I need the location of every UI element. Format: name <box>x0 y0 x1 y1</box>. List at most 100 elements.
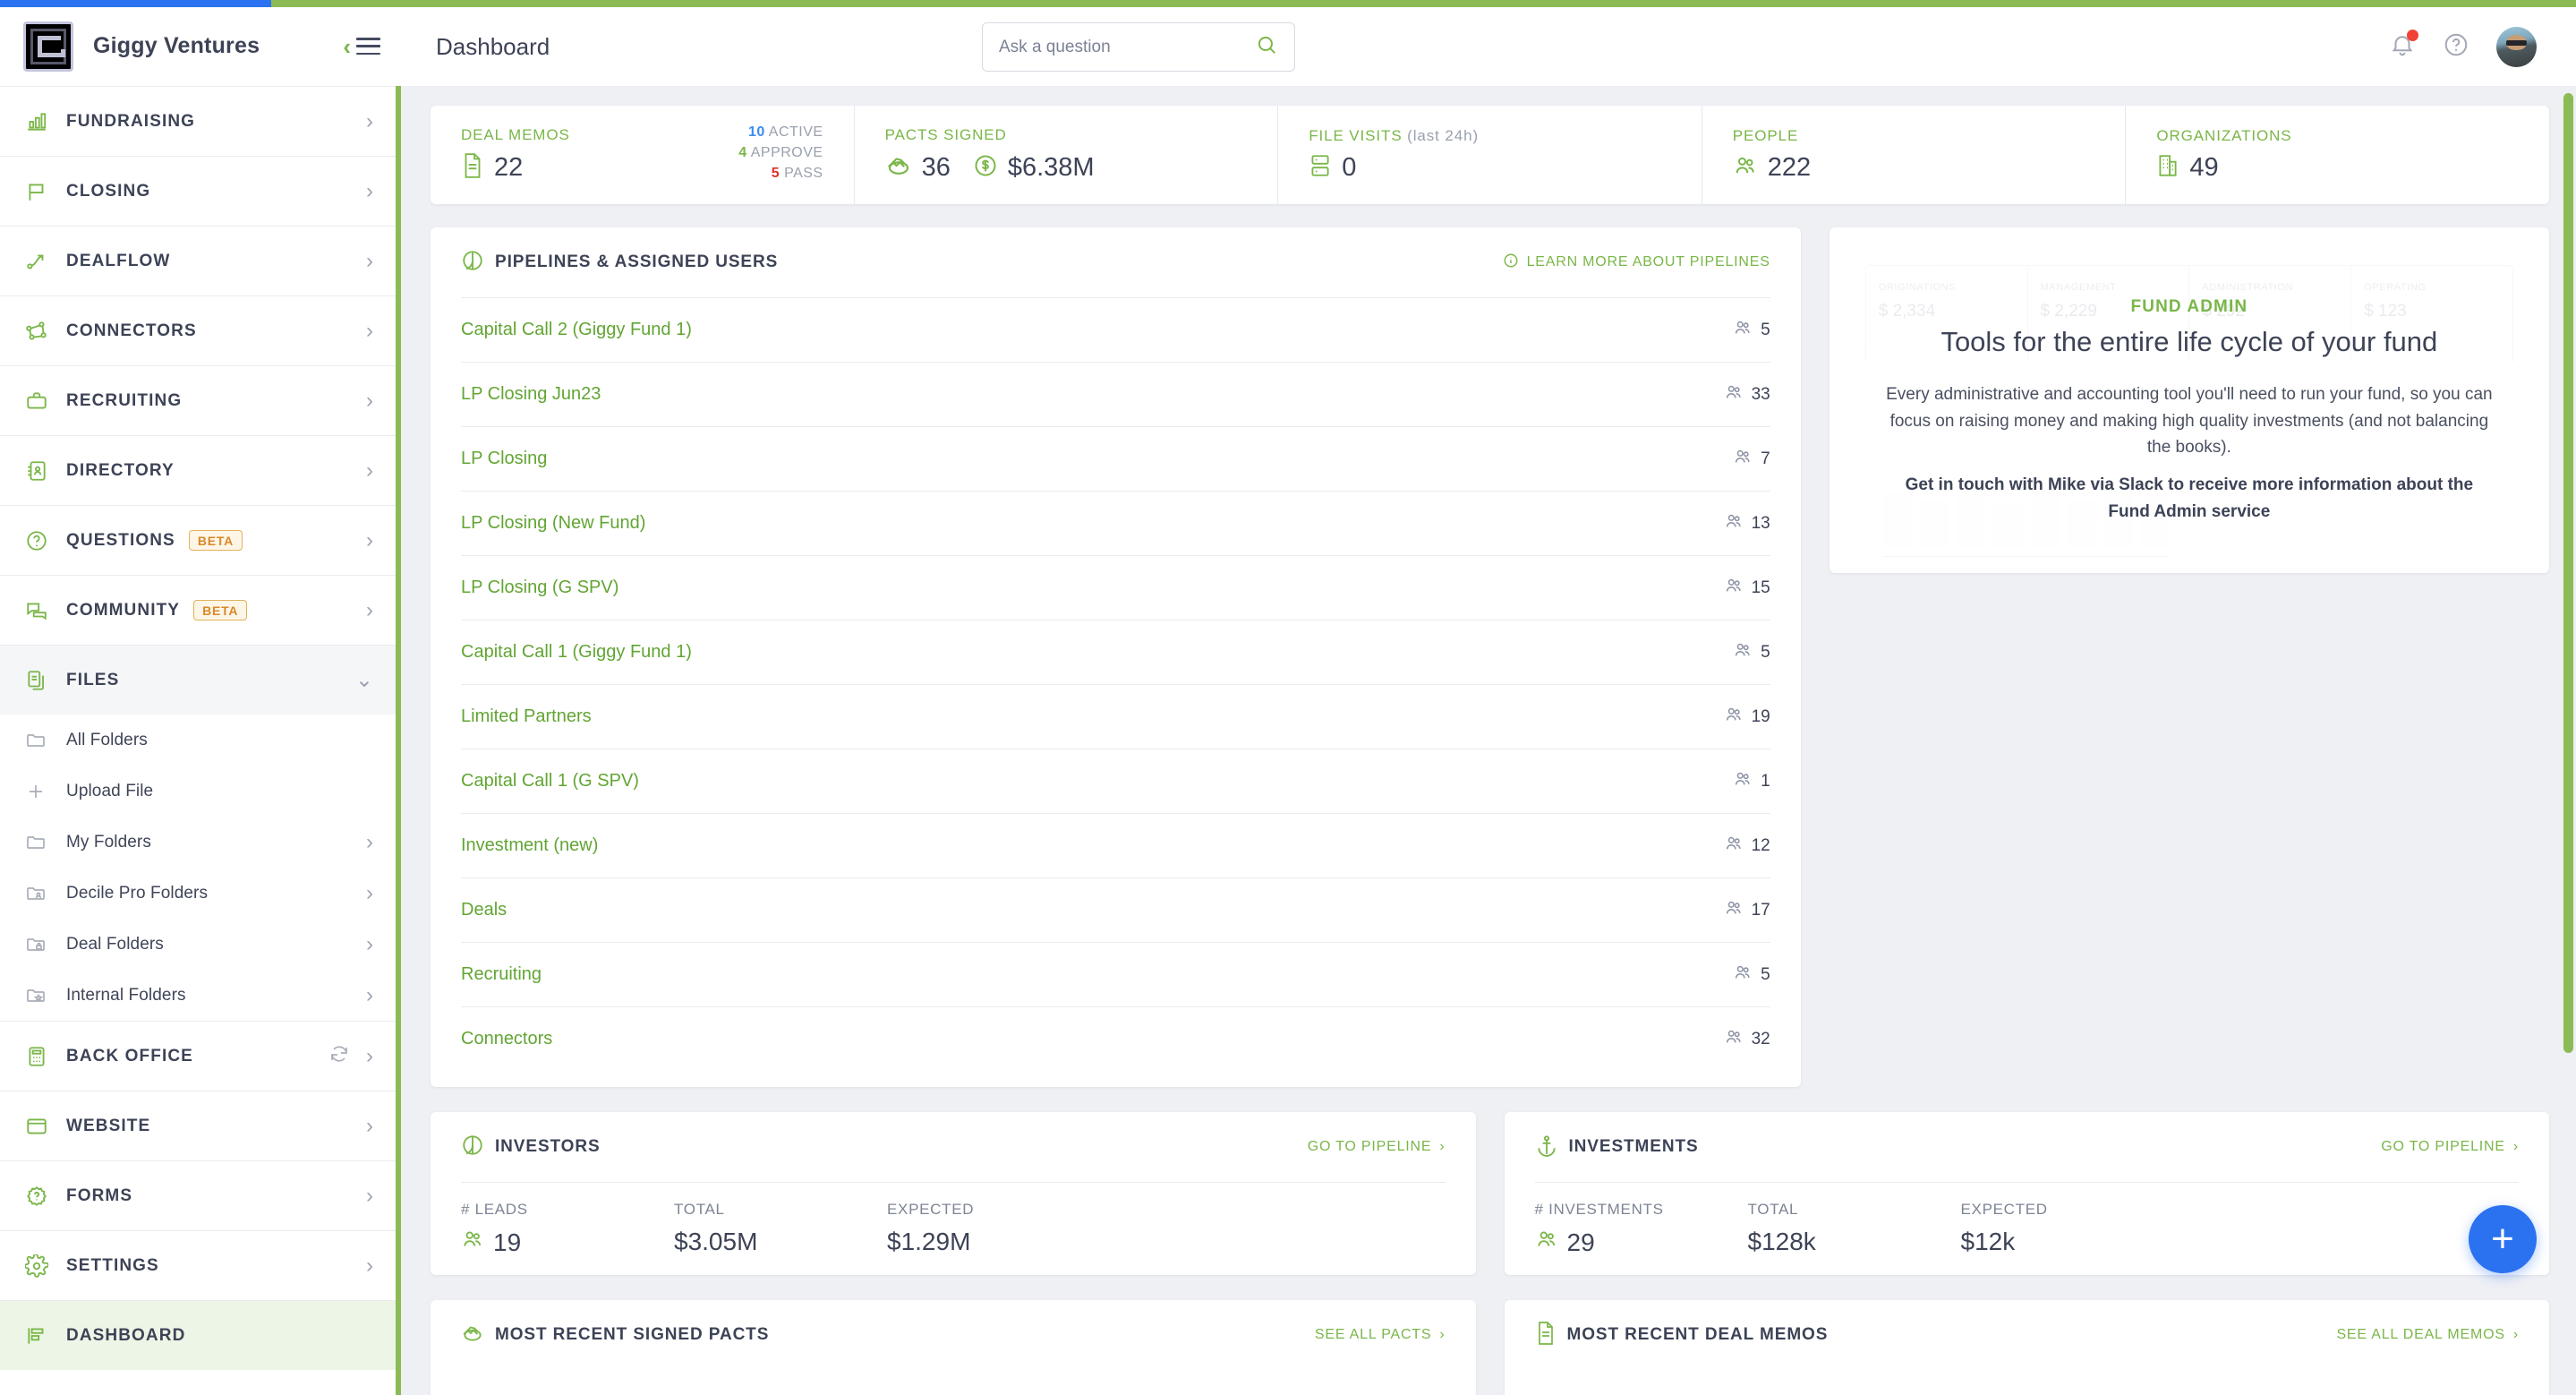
chevron-right-icon: › <box>366 982 373 1007</box>
table-row[interactable]: Recruiting 5 <box>461 942 1770 1006</box>
pipeline-users: 5 <box>1733 318 1770 343</box>
table-row[interactable]: Limited Partners 19 <box>461 684 1770 749</box>
sidebar-item-directory[interactable]: DIRECTORY › <box>0 435 400 505</box>
table-row[interactable]: LP Closing Jun23 33 <box>461 362 1770 426</box>
panel-link-label: SEE ALL DEAL MEMOS <box>2336 1327 2505 1342</box>
search-input[interactable] <box>999 37 1255 57</box>
sidebar: Giggy Ventures ‹ FUNDRAISING › CLOSING ›… <box>0 7 400 1395</box>
table-row[interactable]: Connectors 32 <box>461 1006 1770 1071</box>
go-to-pipeline-link[interactable]: GO TO PIPELINE › <box>2381 1139 2519 1155</box>
bar-chart-icon <box>25 110 57 133</box>
sidebar-item-label: FORMS <box>66 1185 133 1205</box>
sidebar-collapse-button[interactable]: ‹ <box>343 35 380 58</box>
sidebar-item-label: CLOSING <box>66 181 151 201</box>
chevron-right-icon: › <box>366 1043 373 1068</box>
panel-link-label: GO TO PIPELINE <box>2381 1139 2505 1154</box>
chevron-right-icon: › <box>366 1113 373 1138</box>
people-icon <box>1724 511 1744 536</box>
sidebar-item-questions[interactable]: QUESTIONS BETA › <box>0 505 400 575</box>
sidebar-item-label: QUESTIONS <box>66 530 175 550</box>
sidebar-item-connectors[interactable]: CONNECTORS › <box>0 295 400 365</box>
add-button[interactable]: + <box>2469 1205 2537 1273</box>
people-icon <box>1535 1228 1558 1257</box>
chevron-right-icon: › <box>366 388 373 413</box>
go-to-pipeline-link[interactable]: GO TO PIPELINE › <box>1308 1139 1446 1155</box>
metric-label: # INVESTMENTS <box>1534 1201 1664 1218</box>
sidebar-item-label: CONNECTORS <box>66 321 197 340</box>
table-row[interactable]: Capital Call 2 (Giggy Fund 1) 5 <box>461 297 1770 362</box>
sidebar-nav: FUNDRAISING › CLOSING › DEALFLOW › CONNE… <box>0 86 400 1395</box>
stat-second-value: $6.38M <box>1007 153 1095 182</box>
pipeline-name: Connectors <box>461 1029 553 1048</box>
chevron-right-icon: › <box>366 108 373 133</box>
sidebar-item-recruiting[interactable]: RECRUITING › <box>0 365 400 435</box>
stat-pacts-signed: PACTS SIGNED 36 $6.38M <box>855 106 1279 204</box>
table-row[interactable]: LP Closing 7 <box>461 426 1770 491</box>
search-box[interactable] <box>982 22 1295 72</box>
pipeline-users: 17 <box>1724 898 1770 923</box>
sidebar-header: Giggy Ventures ‹ <box>0 7 400 86</box>
sidebar-subitem-decile-pro-folders[interactable]: Decile Pro Folders › <box>0 868 400 919</box>
investments-header: INVESTMENTS GO TO PIPELINE › <box>1505 1112 2550 1182</box>
promo-heading: Tools for the entire life cycle of your … <box>1941 326 2438 357</box>
table-row[interactable]: Investment (new) 12 <box>461 813 1770 877</box>
table-row[interactable]: LP Closing (New Fund) 13 <box>461 491 1770 555</box>
stat-label: FILE VISITS (last 24h) <box>1309 127 1480 144</box>
sidebar-item-back-office[interactable]: BACK OFFICE › <box>0 1021 400 1091</box>
stat-file-visits: FILE VISITS (last 24h) 0 <box>1278 106 1702 204</box>
gear-icon <box>25 1254 57 1278</box>
stat-sub-text: APPROVE <box>750 145 823 161</box>
avatar[interactable] <box>2496 26 2537 67</box>
chevron-right-icon: › <box>366 527 373 552</box>
sidebar-item-community[interactable]: COMMUNITY BETA › <box>0 575 400 645</box>
pipeline-users: 5 <box>1733 963 1770 988</box>
sidebar-item-website[interactable]: WEBSITE › <box>0 1091 400 1160</box>
investors-investments-row: INVESTORS GO TO PIPELINE › # LEADS 19 TO… <box>431 1112 2549 1275</box>
sidebar-item-fundraising[interactable]: FUNDRAISING › <box>0 86 400 156</box>
sidebar-item-dealflow[interactable]: DEALFLOW › <box>0 226 400 295</box>
metric-value: $128k <box>1747 1228 1816 1255</box>
folder-icon <box>25 730 57 751</box>
chevron-right-icon: › <box>2512 1327 2519 1342</box>
see-all-deal-memos-link[interactable]: SEE ALL DEAL MEMOS › <box>2336 1327 2519 1343</box>
sidebar-item-forms[interactable]: FORMS › <box>0 1160 400 1230</box>
sidebar-item-settings[interactable]: SETTINGS › <box>0 1230 400 1300</box>
table-row[interactable]: LP Closing (G SPV) 15 <box>461 555 1770 620</box>
sidebar-subitem-my-folders[interactable]: My Folders › <box>0 817 400 868</box>
scrollbar-thumb[interactable] <box>2563 93 2573 1053</box>
sidebar-subitem-internal-folders[interactable]: Internal Folders › <box>0 970 400 1021</box>
sidebar-subitem-deal-folders[interactable]: Deal Folders › <box>0 919 400 970</box>
chevron-right-icon: › <box>366 248 373 273</box>
sidebar-subitem-all-folders[interactable]: All Folders <box>0 715 400 766</box>
sidebar-item-dashboard[interactable]: DASHBOARD <box>0 1300 400 1370</box>
fund-admin-promo-card[interactable]: ORIGINATIONS $ 2,334 MANAGEMENT $ 2,229 AD… <box>1829 227 2549 573</box>
search-icon[interactable] <box>1255 33 1278 61</box>
pipeline-users: 5 <box>1733 640 1770 665</box>
sidebar-item-files[interactable]: FILES ⌄ <box>0 645 400 715</box>
panel-title: MOST RECENT DEAL MEMOS <box>1566 1325 1829 1344</box>
panel-title: MOST RECENT SIGNED PACTS <box>495 1325 770 1344</box>
pipeline-name: Capital Call 1 (Giggy Fund 1) <box>461 642 692 662</box>
help-button[interactable] <box>2443 31 2469 63</box>
stat-value: 49 <box>2189 153 2219 182</box>
sidebar-subitem-upload-file[interactable]: Upload File <box>0 766 400 817</box>
panel-title: INVESTORS <box>495 1137 601 1156</box>
metric-expected: EXPECTED $1.29M <box>887 1201 1100 1257</box>
pipeline-name: LP Closing <box>461 449 548 468</box>
sync-icon[interactable] <box>328 1043 350 1069</box>
promo-bg-stat-label: OPERATING <box>2364 282 2427 293</box>
main-area: Dashboard DEAL MEMOS <box>400 7 2576 1395</box>
table-row[interactable]: Capital Call 1 (G SPV) 1 <box>461 749 1770 813</box>
notifications-button[interactable] <box>2389 29 2418 63</box>
table-row[interactable]: Capital Call 1 (Giggy Fund 1) 5 <box>461 620 1770 684</box>
table-row[interactable]: Deals 17 <box>461 877 1770 942</box>
people-icon <box>1724 898 1744 923</box>
sidebar-item-closing[interactable]: CLOSING › <box>0 156 400 226</box>
people-icon <box>1724 705 1744 730</box>
see-all-pacts-link[interactable]: SEE ALL PACTS › <box>1315 1327 1446 1343</box>
metric-total: TOTAL $3.05M <box>674 1201 887 1257</box>
pipeline-user-count: 33 <box>1751 384 1770 404</box>
learn-more-about-pipelines-link[interactable]: LEARN MORE ABOUT PIPELINES <box>1503 252 1770 273</box>
metric-label: TOTAL <box>1747 1201 1799 1218</box>
question-circle-icon <box>25 529 57 552</box>
